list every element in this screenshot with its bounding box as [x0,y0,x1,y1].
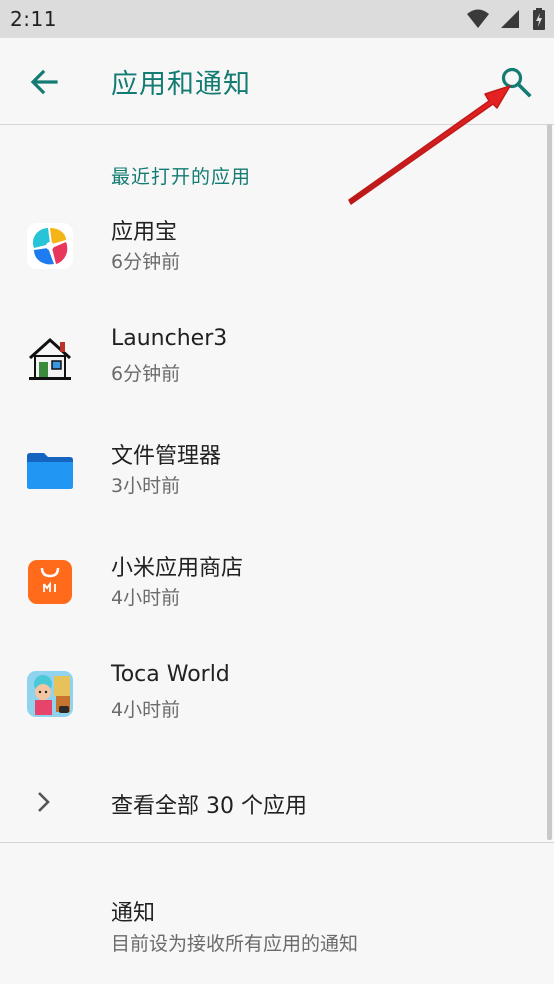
battery-icon [533,8,545,30]
search-button[interactable] [496,62,536,102]
notifications-title: 通知 [111,901,156,926]
chevron-right-icon [38,792,50,812]
status-time: 2:11 [10,7,57,31]
notifications-summary: 目前设为接收所有应用的通知 [111,933,359,955]
app-last-used: 3小时前 [111,475,181,497]
search-icon [501,67,532,98]
app-row-yingyongbao[interactable]: 应用宝 6分钟前 [0,200,546,312]
yingyongbao-icon [26,222,74,270]
notifications-row[interactable]: 通知 目前设为接收所有应用的通知 [0,843,546,984]
mi-store-icon [26,558,74,606]
see-all-apps-row[interactable]: 查看全部 30 个应用 [0,760,546,842]
app-name: Toca World [111,662,230,687]
app-row-mi-store[interactable]: 小米应用商店 4小时前 [0,536,546,648]
scrollbar[interactable] [547,124,552,840]
cell-signal-icon [500,10,519,28]
see-all-apps-label: 查看全部 30 个应用 [111,794,307,819]
page-title: 应用和通知 [111,69,251,100]
arrow-back-icon [30,69,58,95]
folder-icon [26,446,74,494]
app-name: 文件管理器 [111,444,222,469]
app-name: Launcher3 [111,326,228,351]
status-bar: 2:11 [0,0,554,38]
app-row-launcher3[interactable]: Launcher3 6分钟前 [0,312,546,424]
launcher-house-icon [26,334,74,382]
app-last-used: 4小时前 [111,699,181,721]
back-button[interactable] [26,64,62,100]
app-last-used: 4小时前 [111,587,181,609]
app-bar: 应用和通知 [0,38,554,125]
app-name: 应用宝 [111,220,178,245]
app-row-file-manager[interactable]: 文件管理器 3小时前 [0,424,546,536]
app-name: 小米应用商店 [111,556,244,581]
app-row-toca-world[interactable]: Toca World 4小时前 [0,648,546,760]
status-icons [466,8,546,30]
recent-apps-header: 最近打开的应用 [111,166,252,188]
app-last-used: 6分钟前 [111,363,181,385]
app-last-used: 6分钟前 [111,251,181,273]
toca-world-icon [26,670,74,718]
wifi-icon [466,9,489,28]
